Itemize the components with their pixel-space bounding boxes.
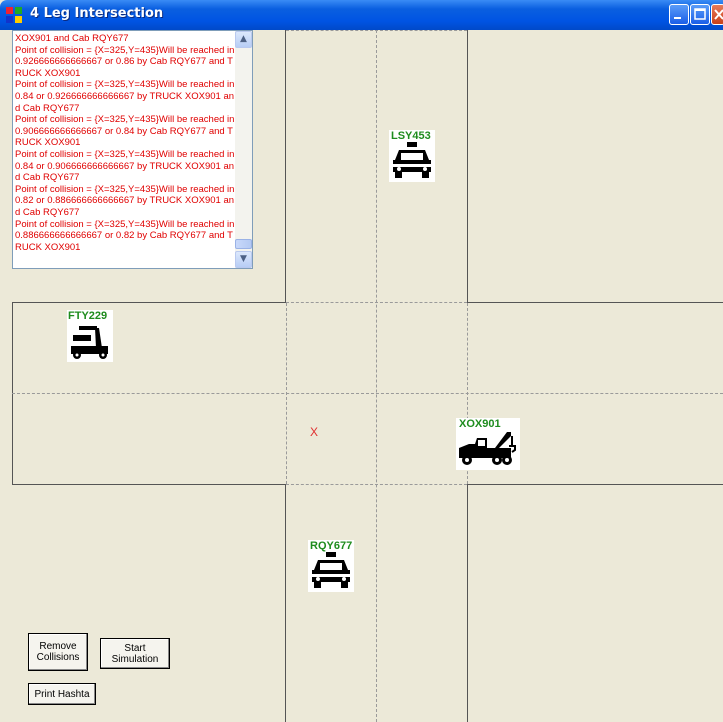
- maximize-button[interactable]: [690, 4, 710, 25]
- vehicle-east[interactable]: XOX901: [456, 418, 520, 470]
- taxi-icon: [312, 552, 350, 588]
- close-button[interactable]: [711, 4, 723, 25]
- intersection-edge: [286, 303, 287, 484]
- collision-log[interactable]: XOX901 and Cab RQY677 Point of collision…: [12, 30, 253, 269]
- minimize-button[interactable]: [669, 4, 689, 25]
- intersection-edge: [286, 30, 467, 31]
- log-scrollbar[interactable]: ▲ ▼: [235, 31, 252, 268]
- scroll-down-button[interactable]: ▼: [235, 251, 252, 268]
- start-simulation-button[interactable]: Start Simulation: [100, 638, 170, 669]
- vehicle-west[interactable]: FTY229: [67, 310, 113, 362]
- road-edge: [467, 484, 468, 722]
- vehicle-label: RQY677: [310, 540, 353, 552]
- chevron-down-icon: ▼: [240, 254, 247, 264]
- lane-divider: [376, 30, 377, 722]
- intersection-edge: [286, 302, 467, 303]
- road-edge: [467, 484, 723, 485]
- vehicle-north[interactable]: LSY453: [389, 130, 435, 182]
- collision-log-text: XOX901 and Cab RQY677 Point of collision…: [15, 33, 235, 253]
- chevron-up-icon: ▲: [240, 34, 247, 44]
- app-icon: [6, 7, 22, 23]
- scroll-thumb[interactable]: [235, 239, 252, 249]
- title-bar[interactable]: 4 Leg Intersection: [0, 0, 723, 30]
- intersection-edge: [286, 484, 467, 485]
- remove-collisions-button[interactable]: Remove Collisions: [28, 633, 88, 671]
- scroll-up-button[interactable]: ▲: [235, 31, 252, 48]
- close-icon: [714, 9, 723, 20]
- vehicle-label: XOX901: [459, 418, 501, 430]
- road-edge: [12, 484, 286, 485]
- lane-divider: [12, 393, 723, 394]
- maximize-icon: [694, 8, 706, 20]
- vehicle-label: LSY453: [391, 130, 431, 142]
- road-edge: [12, 302, 286, 303]
- road-edge: [467, 302, 723, 303]
- window-title: 4 Leg Intersection: [30, 6, 164, 21]
- print-hashta-button[interactable]: Print Hashta: [28, 683, 96, 705]
- road-edge: [285, 30, 286, 303]
- vehicle-label: FTY229: [68, 310, 108, 322]
- scooter-icon: [71, 326, 108, 359]
- collision-point-marker: X: [310, 425, 319, 439]
- taxi-icon: [393, 142, 431, 178]
- road-edge: [467, 30, 468, 303]
- vehicle-south[interactable]: RQY677: [308, 540, 354, 592]
- minimize-icon: [674, 17, 681, 19]
- road-edge: [285, 484, 286, 722]
- tow-truck-icon: [459, 432, 516, 465]
